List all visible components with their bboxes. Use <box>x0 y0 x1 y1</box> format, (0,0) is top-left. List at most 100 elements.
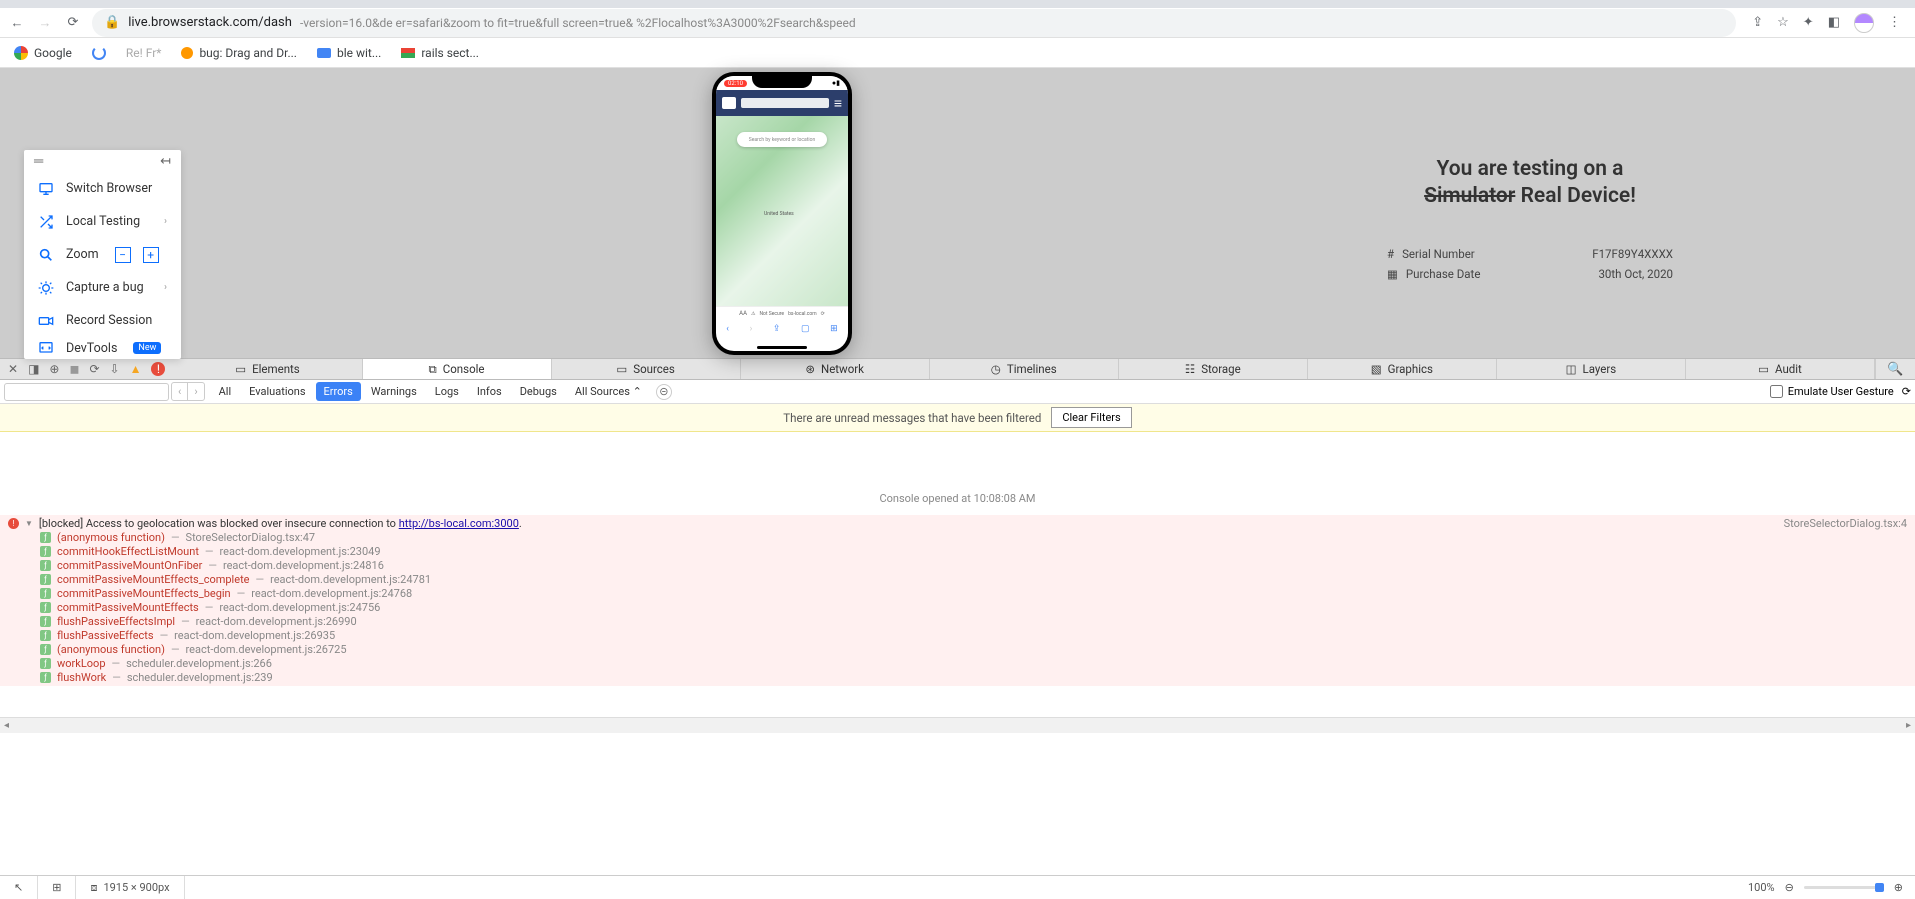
inspect-icon[interactable]: ⊕ <box>49 362 59 376</box>
reload-button[interactable]: ⟳ <box>64 14 82 32</box>
disclosure-triangle[interactable]: ▼ <box>25 519 33 528</box>
source-location[interactable]: react-dom.development.js:24768 <box>251 587 412 600</box>
bookmark-item[interactable]: Re! Fr* <box>126 46 162 60</box>
zoom-out-button[interactable]: − <box>115 247 131 263</box>
source-location[interactable]: react-dom.development.js:26990 <box>196 615 357 628</box>
zoom-in-button[interactable]: + <box>143 247 159 263</box>
filter-all[interactable]: All <box>211 382 240 401</box>
forward-icon[interactable]: › <box>750 324 753 334</box>
tab-sources[interactable]: ▭Sources <box>552 359 741 379</box>
tab-console[interactable]: ⧉Console <box>363 359 552 379</box>
safari-toolbar: ‹ › ⇪ ▢ ⊞ <box>716 320 848 338</box>
tab-timelines[interactable]: ◷Timelines <box>930 359 1119 379</box>
map-view[interactable]: Search by keyword or location United Sta… <box>716 116 848 306</box>
share-icon[interactable]: ⇪ <box>1752 15 1763 30</box>
error-icon: ! <box>8 518 19 529</box>
trash-icon[interactable]: ⊝ <box>656 384 672 400</box>
zoom-slider[interactable] <box>1804 886 1884 889</box>
source-location[interactable]: react-dom.development.js:24781 <box>270 573 431 586</box>
filter-evaluations[interactable]: Evaluations <box>241 382 313 401</box>
filter-input[interactable] <box>4 383 169 401</box>
tab-layers[interactable]: ◫Layers <box>1497 359 1686 379</box>
emulate-checkbox[interactable]: Emulate User Gesture <box>1770 385 1894 398</box>
function-icon: ƒ <box>40 644 51 655</box>
bookmark-item[interactable] <box>92 46 106 60</box>
clear-filters-button[interactable]: Clear Filters <box>1051 407 1131 428</box>
forward-button[interactable]: → <box>36 14 54 32</box>
bookmarks-icon[interactable]: ▢ <box>801 324 810 334</box>
close-icon[interactable]: ✕ <box>8 362 18 376</box>
back-button[interactable]: ← <box>8 14 26 32</box>
function-name: commitPassiveMountEffects_begin <box>57 587 231 600</box>
tab-graphics[interactable]: ▧Graphics <box>1308 359 1497 379</box>
error-url[interactable]: http://bs-local.com:3000 <box>399 517 519 530</box>
drag-handle-icon[interactable]: ═ <box>34 153 43 169</box>
tab-storage[interactable]: ☷Storage <box>1119 359 1308 379</box>
profile-avatar[interactable] <box>1854 13 1874 33</box>
sidebar-switch-browser[interactable]: Switch Browser <box>24 172 181 205</box>
console-output: Console opened at 10:08:08 AM ! ▼ [block… <box>0 432 1915 717</box>
layers-icon: ◫ <box>1566 362 1577 376</box>
filter-errors[interactable]: Errors <box>316 382 361 401</box>
bookmark-bug[interactable]: bug: Drag and Dr... <box>181 46 297 60</box>
star-icon[interactable]: ☆ <box>1777 15 1789 30</box>
extensions-icon[interactable]: ✦ <box>1803 15 1814 30</box>
bookmark-google[interactable]: Google <box>14 46 72 60</box>
bookmark-item[interactable]: rails sect... <box>401 46 479 60</box>
tab-elements[interactable]: ▭Elements <box>173 359 362 379</box>
zoom-out-icon[interactable]: ⊖ <box>1785 881 1794 894</box>
collapse-icon[interactable]: ↤ <box>160 154 171 169</box>
stop-icon[interactable]: ◼ <box>69 362 79 376</box>
share-icon[interactable]: ⇪ <box>773 324 781 334</box>
sidebar-record[interactable]: Record Session <box>24 304 181 337</box>
filter-sources[interactable]: All Sources ⌃ <box>567 382 650 401</box>
source-location[interactable]: scheduler.development.js:239 <box>127 671 273 684</box>
browser-tab-strip <box>0 0 1915 8</box>
source-location[interactable]: StoreSelectorDialog.tsx:47 <box>186 531 316 544</box>
filter-logs[interactable]: Logs <box>427 382 467 401</box>
tab-audit[interactable]: ▭Audit <box>1686 359 1875 379</box>
hamburger-icon[interactable]: ≡ <box>834 95 842 112</box>
horizontal-scrollbar[interactable]: ◂▸ <box>0 717 1915 733</box>
warning-icon[interactable]: ▲ <box>130 362 142 376</box>
map-search[interactable]: Search by keyword or location <box>737 132 827 147</box>
function-icon: ƒ <box>40 532 51 543</box>
refresh-icon[interactable]: ⟳ <box>1902 385 1911 398</box>
status-layout[interactable]: ⊞ <box>38 876 76 899</box>
panel-icon[interactable]: ◧ <box>1828 15 1840 30</box>
prev-button[interactable]: ‹ <box>172 383 188 400</box>
source-location[interactable]: react-dom.development.js:26725 <box>186 643 347 656</box>
download-icon[interactable]: ⇩ <box>110 362 120 376</box>
source-location[interactable]: react-dom.development.js:23049 <box>220 545 381 558</box>
sidebar-devtools[interactable]: DevTools New <box>24 337 181 359</box>
back-icon[interactable]: ‹ <box>726 324 729 334</box>
zoom-in-icon[interactable]: ⊕ <box>1894 881 1903 894</box>
tab-network[interactable]: ⊛Network <box>741 359 930 379</box>
zoom-percent: 100% <box>1748 881 1775 894</box>
function-name: workLoop <box>57 657 106 670</box>
filter-infos[interactable]: Infos <box>469 382 510 401</box>
info-heading: You are testing on a Simulator Real Devi… <box>1375 156 1685 211</box>
tabs-icon[interactable]: ⊞ <box>830 324 838 334</box>
source-location[interactable]: scheduler.development.js:266 <box>126 657 272 670</box>
safari-address[interactable]: AA⚠ Not Secure bs-local.com ⟳ <box>716 306 848 320</box>
error-badge[interactable]: ! <box>151 362 165 376</box>
devtools-search[interactable]: 🔍 <box>1875 359 1915 379</box>
source-location[interactable]: react-dom.development.js:26935 <box>174 629 335 642</box>
source-location[interactable]: react-dom.development.js:24756 <box>219 601 380 614</box>
filter-warnings[interactable]: Warnings <box>363 382 425 401</box>
sidebar-capture-bug[interactable]: Capture a bug › <box>24 271 181 304</box>
device-screen[interactable]: 02:10 ●▮ ≡ Search by keyword or location… <box>716 76 848 351</box>
source-location[interactable]: react-dom.development.js:24816 <box>223 559 384 572</box>
error-source[interactable]: StoreSelectorDialog.tsx:4 <box>1784 517 1907 530</box>
bookmark-item[interactable]: ble wit... <box>317 46 381 60</box>
sidebar-local-testing[interactable]: Local Testing › <box>24 205 181 238</box>
dot-icon <box>181 47 193 59</box>
menu-icon[interactable]: ⋮ <box>1888 15 1901 30</box>
filter-debugs[interactable]: Debugs <box>512 382 565 401</box>
dock-icon[interactable]: ◨ <box>28 362 39 376</box>
next-button[interactable]: › <box>188 383 203 400</box>
reload-icon[interactable]: ⟳ <box>821 311 825 317</box>
address-bar[interactable]: 🔒 live.browserstack.com/dash -version=16… <box>92 9 1736 37</box>
reload-icon[interactable]: ⟳ <box>89 362 99 376</box>
